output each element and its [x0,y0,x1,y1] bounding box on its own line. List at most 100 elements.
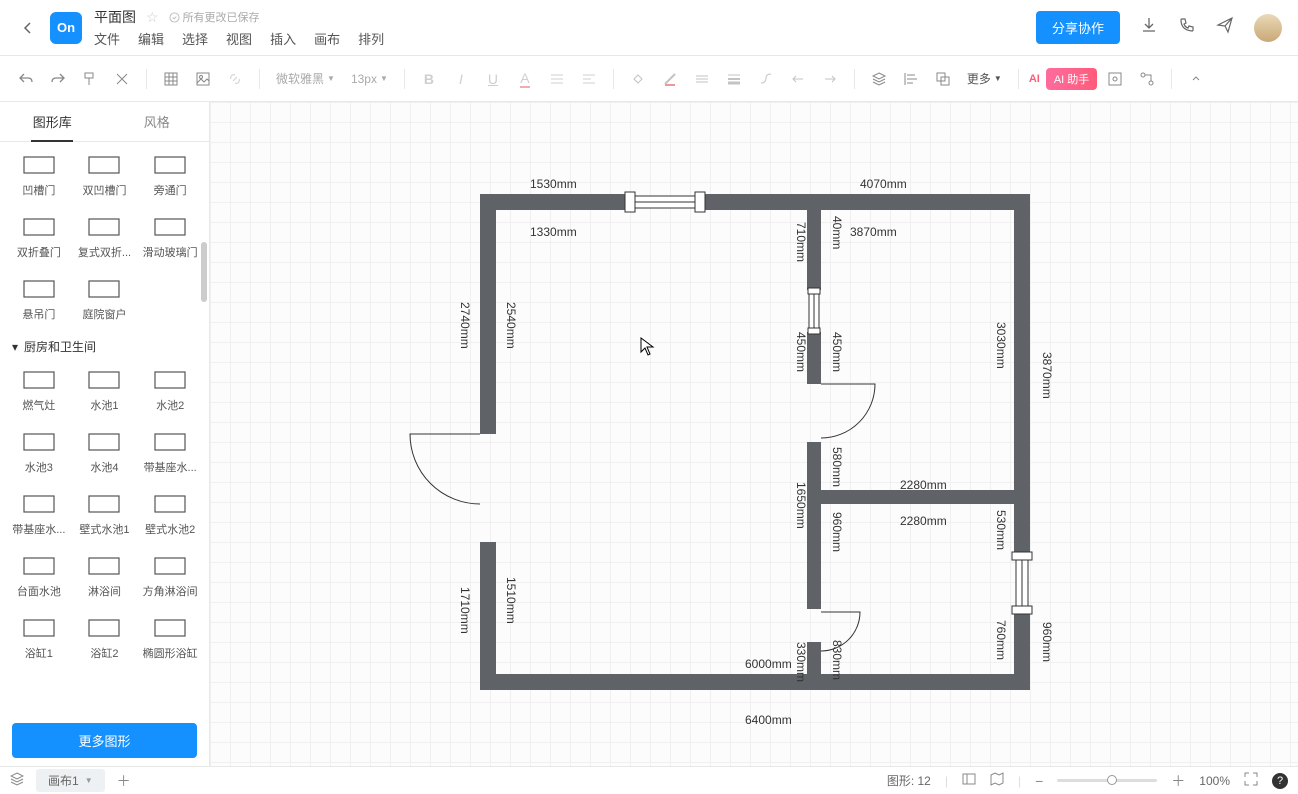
menu-view[interactable]: 视图 [226,29,252,48]
zoom-out-icon[interactable]: − [1035,773,1043,789]
canvas[interactable]: 1530mm 4070mm 1330mm 3870mm 710mm 40mm 2… [210,102,1298,766]
shape-label: 旁通门 [154,182,187,198]
shape-item[interactable]: 方角淋浴间 [137,547,203,605]
shape-item[interactable]: 带基座水... [137,423,203,481]
grid-icon[interactable] [157,65,185,93]
dim: 330mm [794,642,808,682]
clear-format-icon[interactable] [108,65,136,93]
zoom-value[interactable]: 100% [1199,774,1230,788]
shape-thumb-icon [150,429,190,455]
shape-item[interactable]: 水池4 [72,423,138,481]
back-button[interactable] [16,16,40,40]
shape-label: 燃气灶 [22,397,55,413]
shape-thumb-icon [19,491,59,517]
stroke-color-icon[interactable] [656,65,684,93]
shape-item[interactable]: 壁式水池2 [137,485,203,543]
shape-item[interactable]: 台面水池 [6,547,72,605]
shape-item[interactable]: 淋浴间 [72,547,138,605]
image-icon[interactable] [189,65,217,93]
menu-insert[interactable]: 插入 [270,29,296,48]
shape-item[interactable]: 庭院窗户 [72,270,138,328]
favorite-icon[interactable]: ☆ [146,9,159,26]
arrow-start-icon[interactable] [784,65,812,93]
shape-item[interactable]: 燃气灶 [6,361,72,419]
shape-item[interactable]: 滑动玻璃门 [137,208,203,266]
italic-icon[interactable]: I [447,65,475,93]
shape-item[interactable]: 水池3 [6,423,72,481]
layer-icon[interactable] [865,65,893,93]
shape-item[interactable]: 双凹槽门 [72,146,138,204]
group-icon[interactable] [929,65,957,93]
shape-item[interactable]: 复式双折... [72,208,138,266]
help-icon[interactable]: ? [1272,773,1288,789]
format-painter-icon[interactable] [76,65,104,93]
shape-item[interactable]: 椭圆形浴缸 [137,609,203,667]
floorplan-drawing[interactable]: 1530mm 4070mm 1330mm 3870mm 710mm 40mm 2… [350,112,1070,737]
bold-icon[interactable]: B [415,65,443,93]
menu-arrange[interactable]: 排列 [358,29,384,48]
send-icon[interactable] [1216,16,1234,39]
fullscreen-icon[interactable] [1244,772,1258,789]
underline-icon[interactable]: U [479,65,507,93]
shape-item[interactable]: 浴缸1 [6,609,72,667]
shape-item[interactable]: 凹槽门 [6,146,72,204]
download-icon[interactable] [1140,16,1158,39]
tab-shapes[interactable]: 图形库 [0,102,105,141]
menu-file[interactable]: 文件 [94,29,120,48]
phone-icon[interactable] [1178,16,1196,39]
more-dropdown[interactable]: 更多 ▼ [961,70,1008,87]
shape-item[interactable]: 浴缸2 [72,609,138,667]
section-kitchen[interactable]: ▾ 厨房和卫生间 [0,328,209,361]
dim: 450mm [830,332,844,372]
align-icon[interactable] [575,65,603,93]
shape-item[interactable]: 壁式水池1 [72,485,138,543]
document-title[interactable]: 平面图 [94,7,136,27]
line-height-icon[interactable] [543,65,571,93]
menu-select[interactable]: 选择 [182,29,208,48]
dim: 710mm [794,222,808,262]
line-weight-icon[interactable] [720,65,748,93]
line-style-icon[interactable] [688,65,716,93]
menu-edit[interactable]: 编辑 [138,29,164,48]
dim: 580mm [830,447,844,487]
font-select[interactable]: 微软雅黑 ▼ [270,70,341,87]
minimap-icon[interactable] [990,772,1004,789]
shape-item[interactable]: 悬吊门 [6,270,72,328]
fill-icon[interactable] [624,65,652,93]
collapse-icon[interactable] [1182,65,1210,93]
shape-label: 浴缸2 [90,645,118,661]
avatar[interactable] [1254,14,1282,42]
canvas-tab[interactable]: 画布1 ▼ [36,769,105,792]
shape-item[interactable]: 旁通门 [137,146,203,204]
scrollbar-thumb[interactable] [201,242,207,302]
redo-icon[interactable] [44,65,72,93]
share-button[interactable]: 分享协作 [1036,11,1120,44]
link-icon[interactable] [221,65,249,93]
shape-item[interactable]: 水池2 [137,361,203,419]
layers-icon[interactable] [10,772,24,789]
align-objects-icon[interactable] [897,65,925,93]
more-shapes-button[interactable]: 更多图形 [12,723,197,758]
zoom-in-icon[interactable]: ＋ [1171,771,1185,791]
add-canvas-icon[interactable]: ＋ [117,771,131,791]
shape-item[interactable]: 双折叠门 [6,208,72,266]
arrow-end-icon[interactable] [816,65,844,93]
menu-canvas[interactable]: 画布 [314,29,340,48]
shape-label: 水池4 [90,459,118,475]
shape-label: 椭圆形浴缸 [143,645,198,661]
panel-icon[interactable] [962,772,976,789]
note-icon[interactable] [1101,65,1129,93]
size-select[interactable]: 13px ▼ [345,72,394,86]
font-color-icon[interactable]: A [511,65,539,93]
connector-icon[interactable] [752,65,780,93]
dim: 1710mm [458,587,472,634]
flow-icon[interactable] [1133,65,1161,93]
shape-label: 浴缸1 [25,645,53,661]
shape-item[interactable]: 带基座水... [6,485,72,543]
shape-item[interactable]: 水池1 [72,361,138,419]
tab-style[interactable]: 风格 [105,102,210,141]
ai-assistant-button[interactable]: AI 助手 [1046,68,1097,90]
shape-thumb-icon [19,276,59,302]
undo-icon[interactable] [12,65,40,93]
zoom-slider[interactable] [1057,779,1157,782]
